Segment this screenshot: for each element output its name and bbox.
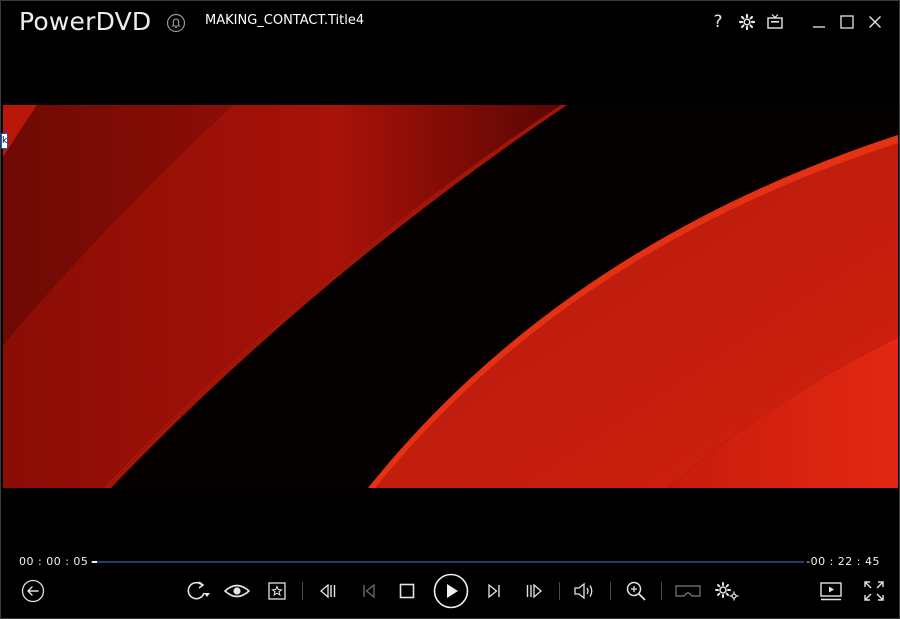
play-icon[interactable] (432, 573, 470, 609)
bell-icon[interactable] (166, 13, 186, 33)
previous-chapter-icon[interactable] (315, 573, 341, 609)
volume-icon[interactable] (570, 573, 598, 609)
edge-marker-label: k (2, 136, 8, 146)
minimize-icon[interactable] (809, 12, 829, 32)
seek-bar[interactable] (91, 561, 804, 563)
control-bar (1, 573, 899, 611)
vr-headset-icon[interactable] (673, 573, 703, 609)
remaining-time: -00 : 22 : 45 (806, 555, 880, 568)
next-chapter-icon[interactable] (482, 573, 506, 609)
powerdvd-window: PowerDVD MAKING_CONTACT.Title4 ? k 00: … (0, 0, 900, 619)
zoom-icon[interactable] (623, 573, 649, 609)
step-back-icon[interactable] (357, 573, 381, 609)
app-title: PowerDVD (19, 7, 152, 36)
title-bar: PowerDVD MAKING_CONTACT.Title4 ? (1, 1, 899, 45)
help-label: ? (713, 12, 723, 32)
advanced-settings-icon[interactable] (712, 573, 742, 609)
step-forward-icon[interactable] (521, 573, 547, 609)
close-icon[interactable] (865, 12, 885, 32)
separator (610, 582, 611, 600)
edge-marker: k (1, 133, 8, 149)
separator (302, 582, 303, 600)
bookmark-star-icon[interactable] (265, 573, 289, 609)
fullscreen-icon[interactable] (860, 573, 888, 609)
document-title: MAKING_CONTACT.Title4 (205, 13, 365, 28)
video-frame[interactable] (3, 105, 898, 488)
settings-gear-icon[interactable] (737, 12, 757, 32)
maximize-icon[interactable] (837, 12, 857, 32)
back-arrow-icon[interactable] (20, 573, 46, 609)
separator (559, 582, 560, 600)
current-time: 00 : 00 : 05 (19, 555, 89, 568)
repeat-icon[interactable] (184, 573, 212, 609)
playlist-icon[interactable] (817, 573, 845, 609)
separator (661, 582, 662, 600)
timeline: 00 : 00 : 05 -00 : 22 : 45 (1, 549, 899, 575)
eye-icon[interactable] (223, 573, 251, 609)
seek-bar-progress (92, 561, 97, 563)
stop-icon[interactable] (395, 573, 419, 609)
help-icon[interactable]: ? (708, 12, 728, 32)
tv-mode-icon[interactable] (765, 12, 785, 32)
